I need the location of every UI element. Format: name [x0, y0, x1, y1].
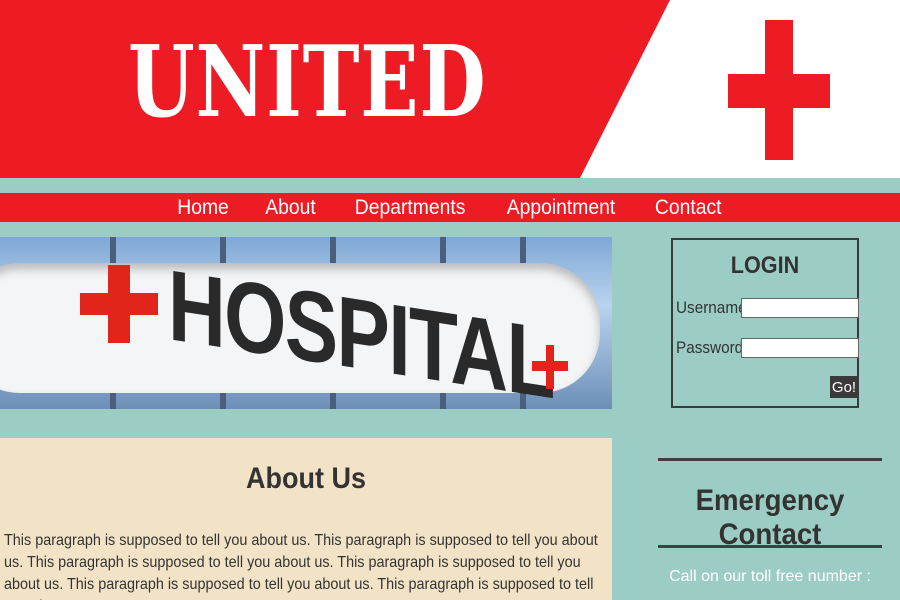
nav-about[interactable]: About [266, 196, 316, 220]
nav-contact[interactable]: Contact [655, 196, 722, 220]
about-section: About Us This paragraph is supposed to t… [0, 438, 612, 600]
divider-top [658, 458, 882, 461]
username-input[interactable] [741, 298, 859, 318]
about-paragraph: This paragraph is supposed to tell you a… [4, 532, 598, 600]
login-box: LOGIN Username Password Go! [671, 238, 859, 408]
main-nav: Home About Departments Appointment Conta… [0, 193, 900, 222]
username-label: Username [676, 298, 747, 317]
nav-appointment[interactable]: Appointment [507, 196, 615, 220]
site-logo-text: UNITED [128, 25, 487, 140]
nav-home[interactable]: Home [178, 196, 230, 220]
password-label: Password [676, 338, 744, 357]
about-title: About Us [245, 462, 366, 495]
nav-departments[interactable]: Departments [355, 196, 466, 220]
divider-bottom [658, 545, 882, 548]
go-button[interactable]: Go! [830, 376, 858, 398]
emergency-title: Emergency Contact [695, 484, 845, 551]
toll-free-text: Call on our toll free number : [669, 568, 871, 585]
header-banner: UNITED [0, 0, 900, 178]
login-title: LOGIN [730, 252, 800, 279]
password-input[interactable] [741, 338, 859, 358]
